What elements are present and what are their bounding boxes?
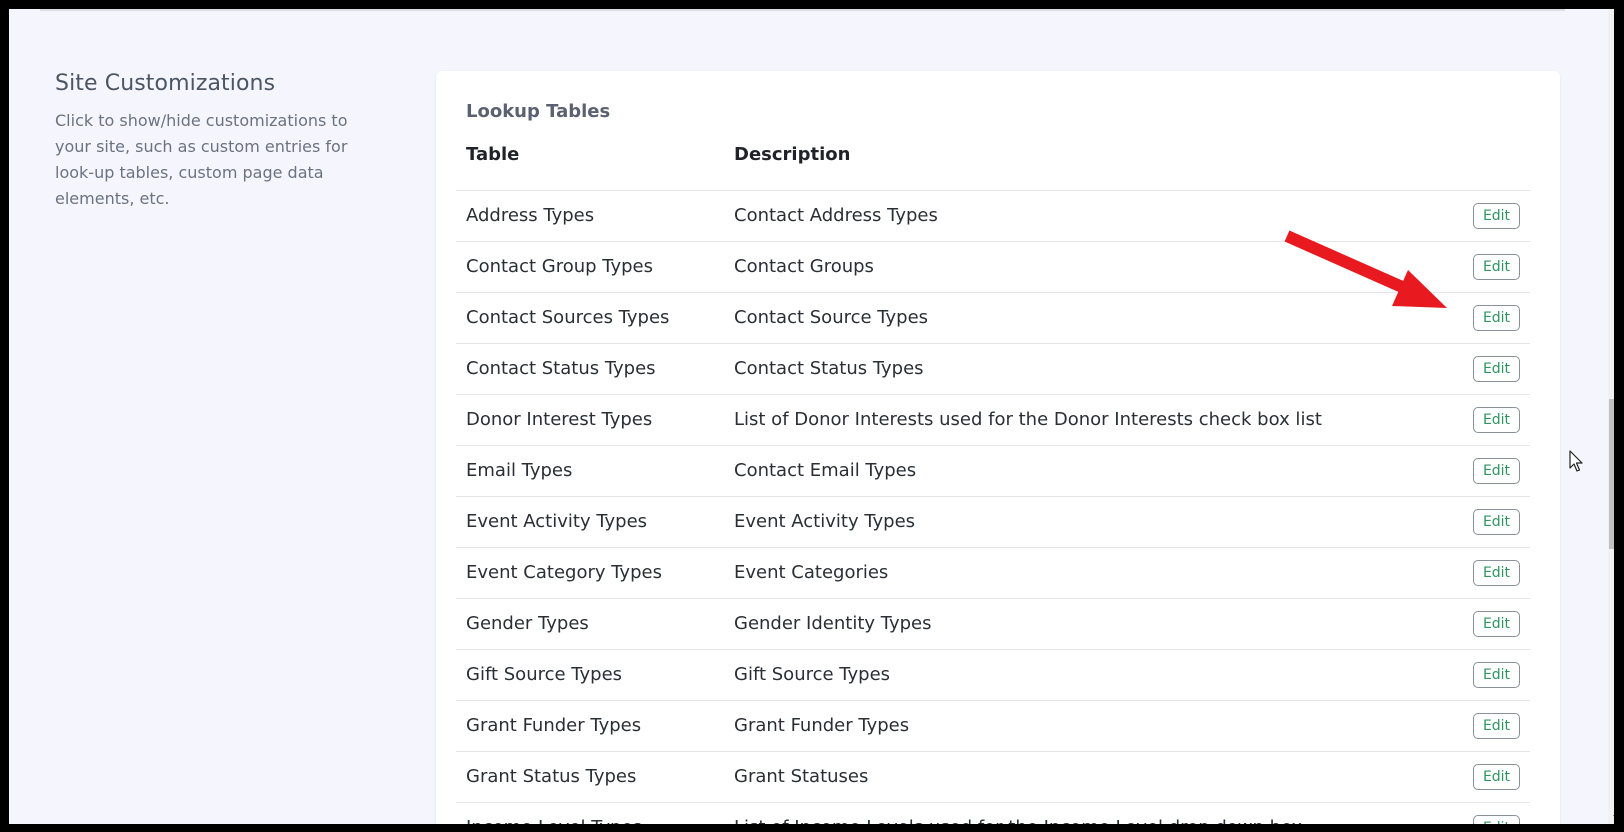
- red-arrow-icon: [1284, 230, 1447, 308]
- mouse-cursor-icon: [1569, 450, 1583, 472]
